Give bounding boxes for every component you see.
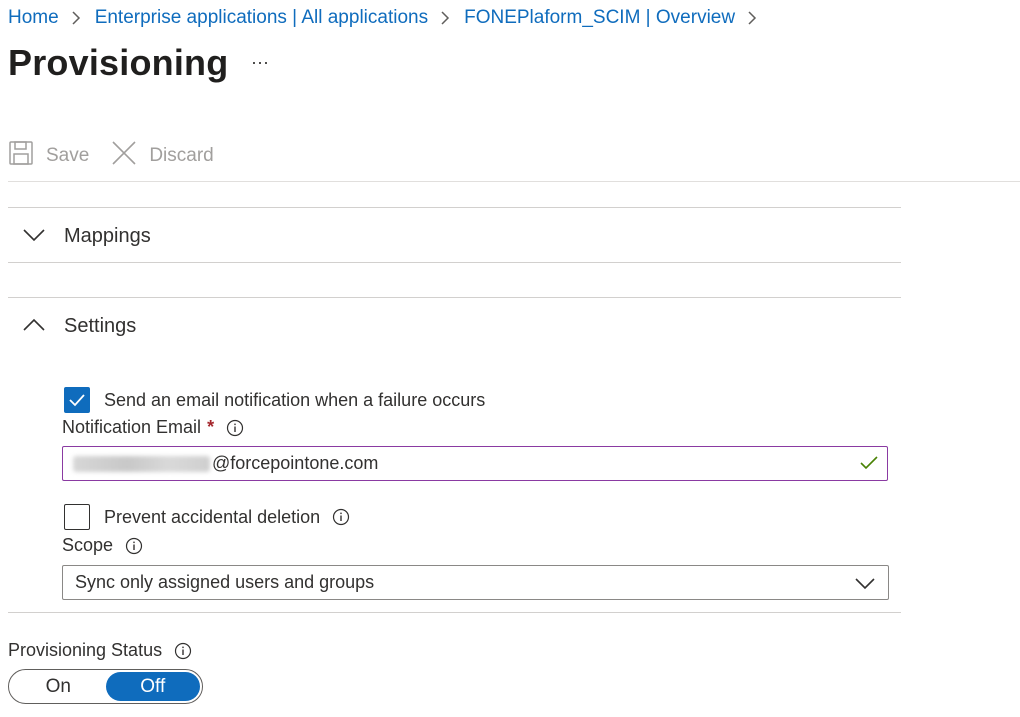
- toggle-on-option[interactable]: On: [11, 672, 106, 701]
- breadcrumb-enterprise-applications[interactable]: Enterprise applications | All applicatio…: [95, 7, 428, 29]
- info-icon[interactable]: [125, 537, 143, 555]
- command-bar: Save Discard: [8, 136, 236, 176]
- valid-checkmark-icon: [859, 455, 879, 476]
- breadcrumb-app-overview[interactable]: FONEPlaform_SCIM | Overview: [464, 7, 735, 29]
- command-bar-divider: [8, 181, 1020, 182]
- chevron-right-icon: [747, 10, 757, 26]
- info-icon[interactable]: [226, 419, 244, 437]
- provisioning-status-label-row: Provisioning Status: [8, 640, 192, 661]
- provisioning-status-label: Provisioning Status: [8, 640, 163, 660]
- breadcrumb: Home Enterprise applications | All appli…: [8, 4, 771, 32]
- email-notification-checkbox[interactable]: [64, 387, 90, 413]
- chevron-right-icon: [71, 10, 81, 26]
- chevron-down-icon: [22, 225, 64, 248]
- settings-section-header[interactable]: Settings: [22, 311, 136, 341]
- save-button[interactable]: Save: [8, 140, 89, 172]
- mappings-section-header[interactable]: Mappings: [22, 221, 151, 251]
- scope-label-row: Scope: [62, 535, 143, 556]
- scope-selected-value: Sync only assigned users and groups: [75, 572, 375, 592]
- prevent-deletion-label: Prevent accidental deletion: [104, 506, 321, 527]
- checkmark-icon: [69, 394, 85, 407]
- info-icon[interactable]: [174, 642, 192, 660]
- notification-email-input[interactable]: @forcepointone.com: [62, 446, 888, 481]
- provisioning-status-toggle[interactable]: On Off: [8, 669, 203, 704]
- section-divider: [8, 262, 901, 263]
- required-indicator: *: [207, 417, 215, 437]
- discard-label: Discard: [149, 145, 214, 166]
- notification-email-domain: @forcepointone.com: [212, 453, 379, 473]
- email-notification-row: Send an email notification when a failur…: [64, 387, 485, 413]
- chevron-right-icon: [440, 10, 450, 26]
- prevent-deletion-checkbox[interactable]: [64, 504, 90, 530]
- more-options-button[interactable]: ···: [248, 53, 272, 76]
- prevent-deletion-row: Prevent accidental deletion: [64, 504, 350, 530]
- notification-email-label: Notification Email: [62, 417, 202, 437]
- scope-dropdown[interactable]: Sync only assigned users and groups: [62, 565, 889, 600]
- breadcrumb-home[interactable]: Home: [8, 7, 59, 29]
- close-icon: [111, 140, 149, 172]
- page-title: Provisioning: [8, 42, 229, 83]
- mappings-label: Mappings: [64, 224, 151, 247]
- notification-email-label-row: Notification Email *: [62, 417, 244, 438]
- chevron-down-icon: [854, 574, 876, 595]
- email-notification-label: Send an email notification when a failur…: [104, 389, 486, 410]
- redacted-email-local-part: [73, 455, 210, 472]
- save-icon: [8, 140, 46, 172]
- settings-label: Settings: [64, 314, 137, 337]
- save-label: Save: [46, 145, 90, 166]
- section-divider: [8, 612, 901, 613]
- section-divider: [8, 207, 901, 208]
- scope-label: Scope: [62, 535, 114, 555]
- info-icon[interactable]: [332, 508, 350, 526]
- discard-button[interactable]: Discard: [111, 140, 214, 172]
- section-divider: [8, 297, 901, 298]
- toggle-off-option[interactable]: Off: [105, 672, 200, 701]
- chevron-up-icon: [22, 315, 64, 338]
